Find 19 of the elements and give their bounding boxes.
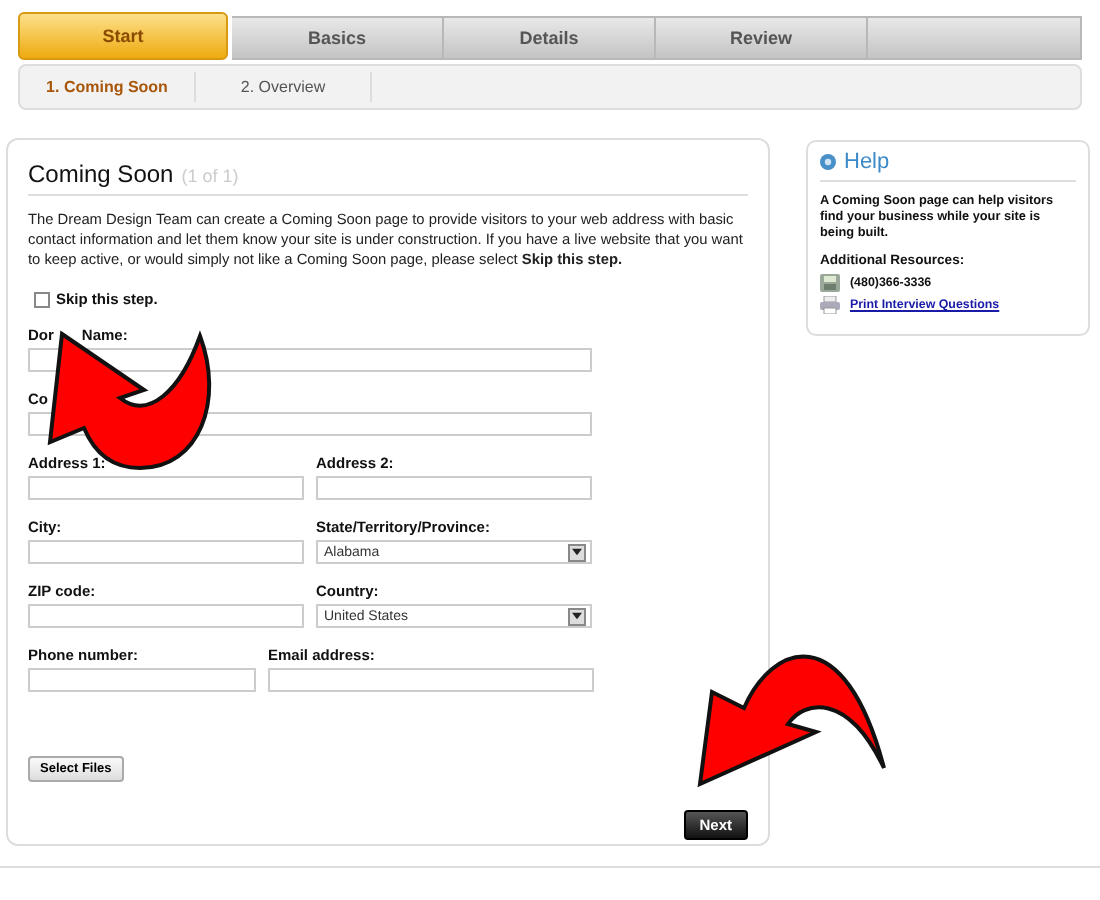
help-icon <box>820 154 836 170</box>
printer-icon <box>820 296 840 314</box>
dropdown-arrow-icon <box>568 607 586 625</box>
input-field[interactable] <box>28 540 304 564</box>
form-title: Coming Soon <box>28 160 174 188</box>
subtab[interactable]: 2. Overview <box>196 72 372 102</box>
step-tab[interactable]: Basics <box>232 16 444 60</box>
help-title: Help <box>844 150 890 174</box>
step-tab[interactable]: Details <box>444 16 656 60</box>
step-tab[interactable]: Review <box>656 16 868 60</box>
step-tab[interactable]: Start <box>18 12 228 60</box>
dropdown-arrow-icon <box>568 543 586 561</box>
input-field[interactable] <box>28 604 304 628</box>
input-field[interactable] <box>28 668 256 692</box>
input-field[interactable] <box>268 668 594 692</box>
subtab[interactable]: 1. Coming Soon <box>20 72 196 102</box>
input-field[interactable] <box>28 476 304 500</box>
skip-checkbox[interactable] <box>34 291 50 307</box>
input-field[interactable] <box>316 476 592 500</box>
